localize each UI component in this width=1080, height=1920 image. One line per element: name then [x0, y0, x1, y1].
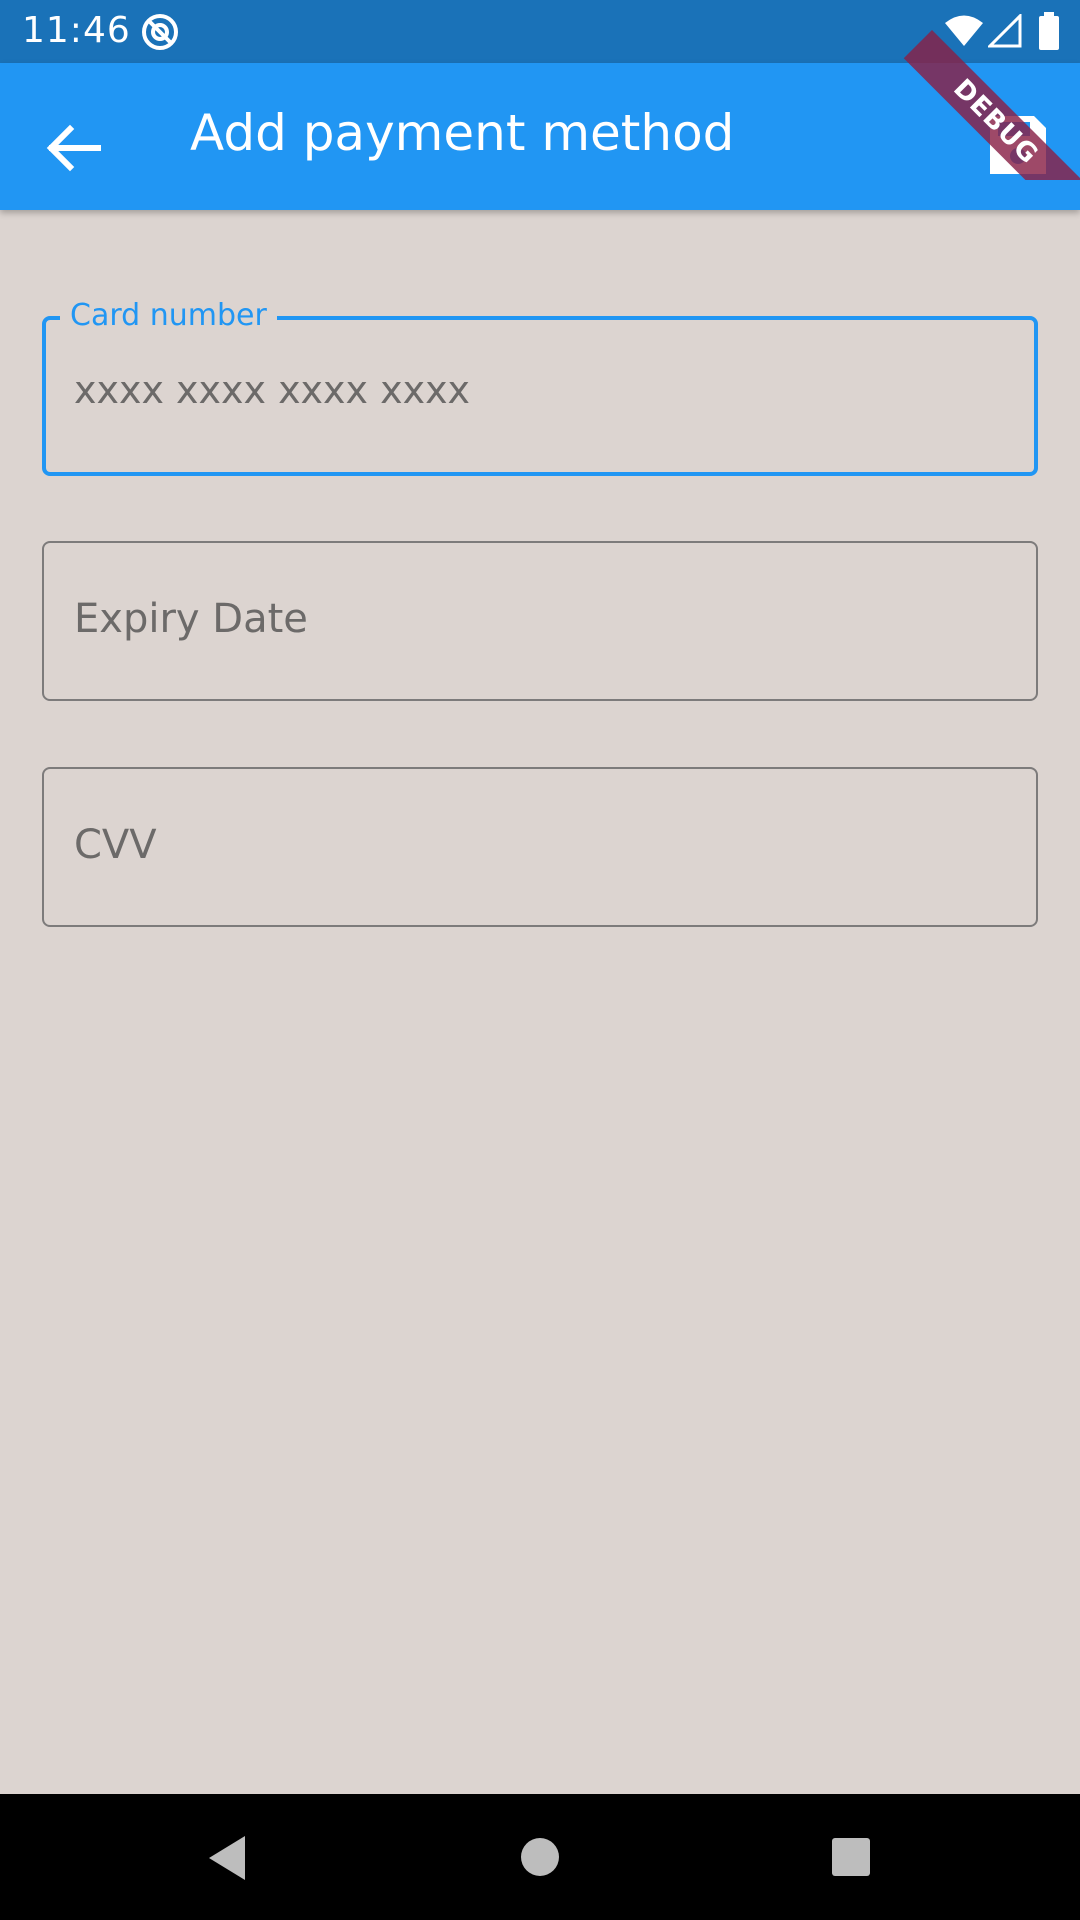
arrow-back-icon [46, 124, 101, 172]
square-recents-icon[interactable] [830, 1836, 872, 1878]
status-time: 11:46 [22, 10, 131, 51]
circle-home-icon[interactable] [519, 1836, 561, 1878]
cell-signal-icon [988, 14, 1022, 48]
cvv-field[interactable]: CVV [42, 767, 1038, 927]
status-bar: 11:46 [0, 0, 1080, 63]
card-number-label: Card number [60, 296, 277, 336]
back-button[interactable] [30, 105, 116, 191]
battery-icon [1039, 12, 1059, 50]
card-number-field[interactable]: Card number xxxx xxxx xxxx xxxx [42, 296, 1038, 476]
screen: 11:46 Add payment method DEBUG Card numb… [0, 0, 1080, 1920]
cvv-placeholder: CVV [74, 822, 157, 868]
page-title: Add payment method [190, 104, 735, 162]
expiry-date-placeholder: Expiry Date [74, 596, 308, 642]
wifi-icon [945, 15, 983, 46]
save-button[interactable] [980, 108, 1054, 182]
system-nav-bar [0, 1794, 1080, 1920]
card-number-placeholder: xxxx xxxx xxxx xxxx [74, 368, 471, 412]
save-floppy-icon [990, 116, 1046, 174]
app-bar: Add payment method [0, 63, 1080, 210]
expiry-date-field[interactable]: Expiry Date [42, 541, 1038, 701]
triangle-back-icon[interactable] [205, 1834, 249, 1882]
at-sign-icon [142, 14, 178, 50]
